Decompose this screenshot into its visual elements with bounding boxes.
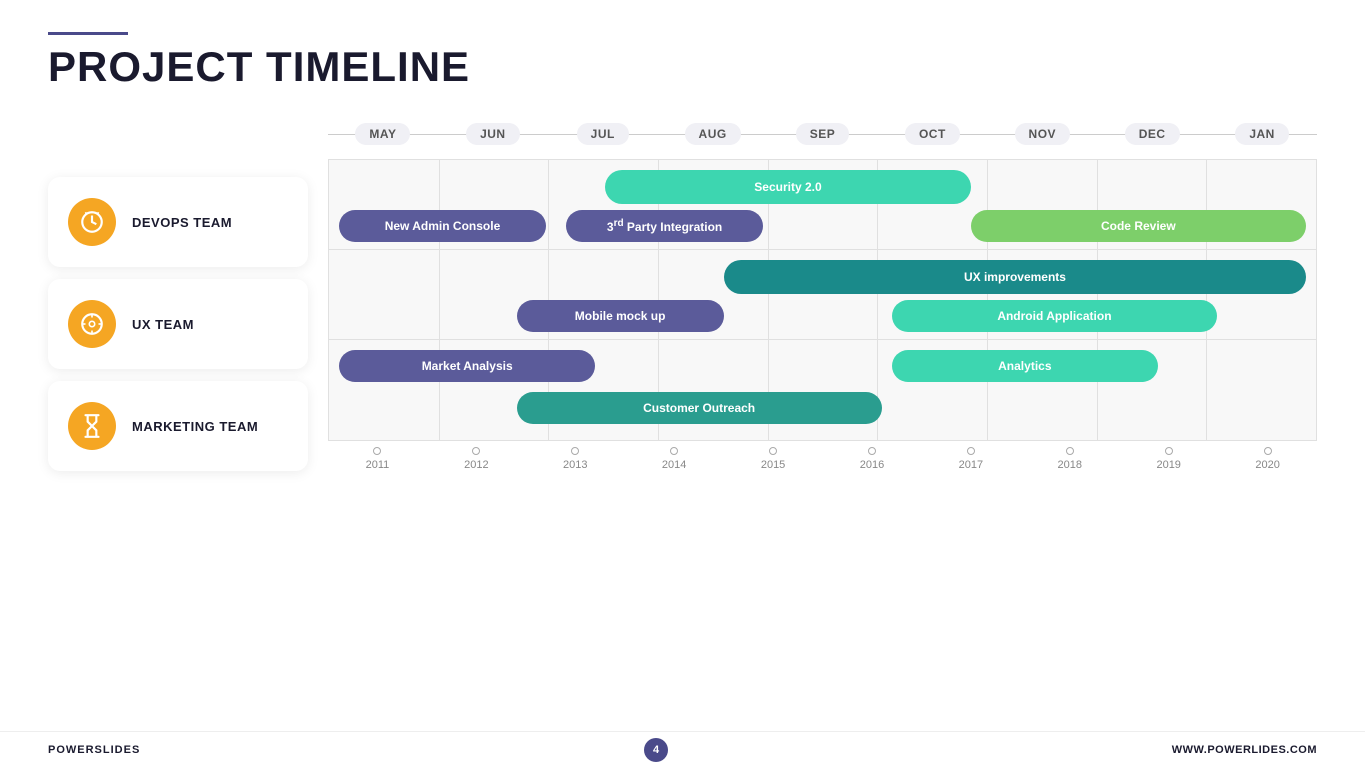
year-2019: 2019 bbox=[1119, 459, 1218, 471]
month-jul: JUL bbox=[548, 123, 658, 145]
page-title: PROJECT TIMELINE bbox=[48, 43, 1317, 91]
gantt-row-ux: UX improvements Mobile mock up Android A… bbox=[329, 250, 1316, 340]
month-sep: SEP bbox=[768, 123, 878, 145]
axis-dot bbox=[769, 447, 777, 455]
year-2011: 2011 bbox=[328, 459, 427, 471]
team-card-ux: UX TEAM bbox=[48, 279, 308, 369]
clock-icon bbox=[79, 209, 105, 235]
month-label: JAN bbox=[1235, 123, 1289, 145]
year-2020: 2020 bbox=[1218, 459, 1317, 471]
footer-brand: POWERSLIDES bbox=[48, 744, 140, 756]
ux-icon bbox=[68, 300, 116, 348]
bar-3rd-party: 3rd Party Integration bbox=[566, 210, 763, 242]
year-2012: 2012 bbox=[427, 459, 526, 471]
month-may: MAY bbox=[328, 123, 438, 145]
year-2013: 2013 bbox=[526, 459, 625, 471]
gantt-row-marketing: Market Analysis Analytics Customer Outre… bbox=[329, 340, 1316, 440]
month-jun: JUN bbox=[438, 123, 548, 145]
axis-years: 2011 2012 2013 2014 2015 2016 2017 2018 … bbox=[328, 459, 1317, 471]
gantt-grid: Security 2.0 New Admin Console 3rd Party… bbox=[328, 159, 1317, 441]
bar-new-admin-console: New Admin Console bbox=[339, 210, 546, 242]
year-2016: 2016 bbox=[823, 459, 922, 471]
bar-android-application: Android Application bbox=[892, 300, 1218, 332]
month-label: DEC bbox=[1125, 123, 1180, 145]
month-label: OCT bbox=[905, 123, 960, 145]
axis-dot bbox=[472, 447, 480, 455]
axis-dot bbox=[571, 447, 579, 455]
marketing-icon bbox=[68, 402, 116, 450]
bar-ux-improvements: UX improvements bbox=[724, 260, 1306, 294]
bar-mobile-mockup: Mobile mock up bbox=[517, 300, 724, 332]
bar-security-2: Security 2.0 bbox=[605, 170, 970, 204]
team-card-marketing: MARKETING TEAM bbox=[48, 381, 308, 471]
marketing-team-name: MARKETING TEAM bbox=[132, 419, 258, 434]
bar-analytics: Analytics bbox=[892, 350, 1158, 382]
timeline-area: MAY JUN JUL AUG SEP OCT NOV bbox=[308, 117, 1317, 471]
year-2014: 2014 bbox=[625, 459, 724, 471]
footer-page-number: 4 bbox=[644, 738, 668, 762]
axis-dots bbox=[328, 447, 1317, 455]
ux-team-name: UX TEAM bbox=[132, 317, 194, 332]
footer-url: WWW.POWERLIDES.COM bbox=[1172, 744, 1317, 756]
month-label: MAY bbox=[355, 123, 410, 145]
devops-team-name: DEVOPS TEAM bbox=[132, 215, 232, 230]
bar-code-review: Code Review bbox=[971, 210, 1307, 242]
month-label: JUL bbox=[577, 123, 629, 145]
axis-dot bbox=[1066, 447, 1074, 455]
month-label: NOV bbox=[1015, 123, 1071, 145]
teams-sidebar: DEVOPS TEAM UX TEAM MARKETI bbox=[48, 117, 308, 471]
year-2017: 2017 bbox=[921, 459, 1020, 471]
month-dec: DEC bbox=[1097, 123, 1207, 145]
year-2015: 2015 bbox=[724, 459, 823, 471]
axis-dot bbox=[1264, 447, 1272, 455]
bar-market-analysis: Market Analysis bbox=[339, 350, 596, 382]
footer: POWERSLIDES 4 WWW.POWERLIDES.COM bbox=[0, 731, 1365, 767]
month-nov: NOV bbox=[987, 123, 1097, 145]
month-aug: AUG bbox=[658, 123, 768, 145]
month-oct: OCT bbox=[877, 123, 987, 145]
main-content: DEVOPS TEAM UX TEAM MARKETI bbox=[0, 117, 1365, 471]
header-accent-line bbox=[48, 32, 128, 35]
gantt-row-devops: Security 2.0 New Admin Console 3rd Party… bbox=[329, 160, 1316, 250]
month-headers: MAY JUN JUL AUG SEP OCT NOV bbox=[328, 117, 1317, 151]
month-label: AUG bbox=[685, 123, 741, 145]
axis-dot bbox=[670, 447, 678, 455]
axis-dot bbox=[1165, 447, 1173, 455]
axis-dot bbox=[373, 447, 381, 455]
bar-customer-outreach: Customer Outreach bbox=[517, 392, 882, 424]
axis-dot bbox=[868, 447, 876, 455]
month-label: JUN bbox=[466, 123, 520, 145]
month-jan: JAN bbox=[1207, 123, 1317, 145]
devops-icon bbox=[68, 198, 116, 246]
compass-icon bbox=[79, 311, 105, 337]
axis-dot bbox=[967, 447, 975, 455]
hourglass-icon bbox=[79, 413, 105, 439]
team-card-devops: DEVOPS TEAM bbox=[48, 177, 308, 267]
header: PROJECT TIMELINE bbox=[0, 0, 1365, 107]
year-2018: 2018 bbox=[1020, 459, 1119, 471]
month-label: SEP bbox=[796, 123, 850, 145]
